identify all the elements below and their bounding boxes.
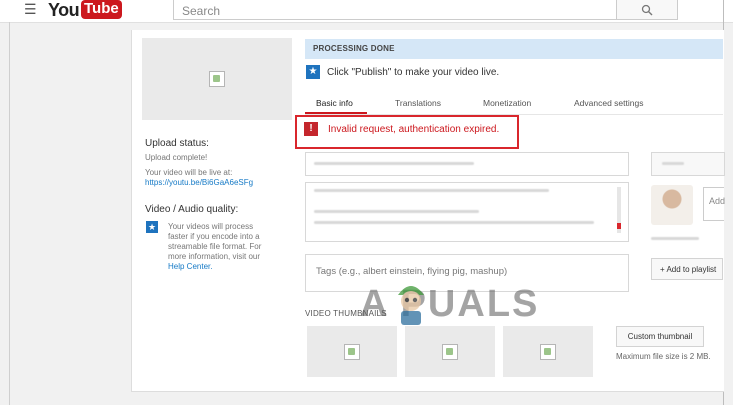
help-center-link[interactable]: Help Center. (168, 262, 212, 272)
share-placeholder: Add (709, 196, 726, 206)
search-icon (641, 4, 653, 15)
search-button[interactable] (616, 0, 678, 20)
upload-complete-text: Upload complete! (145, 153, 208, 162)
publish-message: Click "Publish" to make your video live. (327, 67, 500, 78)
thumbnail-option-3[interactable] (503, 326, 593, 377)
blurred-title (314, 162, 474, 165)
blurred-line (314, 189, 549, 192)
quality-text-2: faster if you encode into a (168, 232, 260, 241)
left-frame-line (9, 22, 10, 405)
active-tab-indicator (305, 112, 367, 114)
error-message: Invalid request, authentication expired. (328, 124, 500, 135)
max-file-size-note: Maximum file size is 2 MB. (616, 352, 711, 361)
error-icon: ! (304, 122, 318, 136)
title-field[interactable] (305, 152, 629, 176)
quality-text-4: more information, visit our (168, 252, 261, 261)
broken-image-icon (344, 343, 360, 360)
privacy-select[interactable] (651, 152, 725, 176)
blurred-channel-name (651, 237, 699, 240)
blurred-privacy (662, 162, 684, 165)
add-to-playlist-button[interactable]: + Add to playlist (651, 258, 723, 280)
quality-title: Video / Audio quality: (145, 204, 239, 215)
logo-region: IN (104, 0, 111, 7)
broken-image-icon (442, 343, 458, 360)
appuals-watermark: A PUALS (360, 283, 540, 325)
hamburger-icon[interactable]: ☰ (24, 1, 37, 18)
blurred-line (314, 221, 594, 224)
logo-tube-text[interactable]: Tube (81, 0, 122, 19)
logo-you-text[interactable]: You (48, 0, 80, 21)
share-input[interactable]: Add (703, 187, 726, 221)
tags-input[interactable] (314, 265, 618, 278)
tab-basic-info[interactable]: Basic info (316, 98, 353, 108)
mascot-icon (398, 286, 424, 325)
upload-status-title: Upload status: (145, 138, 209, 149)
tab-monetization[interactable]: Monetization (483, 98, 531, 108)
blurred-line (314, 210, 479, 213)
search-box[interactable] (173, 0, 617, 20)
live-at-text: Your video will be live at: (145, 168, 233, 177)
avatar (651, 185, 693, 225)
video-preview[interactable] (142, 38, 292, 120)
thumbnail-option-1[interactable] (307, 326, 397, 377)
thumbnail-option-2[interactable] (405, 326, 495, 377)
video-url-link[interactable]: https://youtu.be/Bi6GaA6eSFg (145, 178, 253, 188)
quality-text-3: streamable file format. For (168, 242, 262, 251)
quality-text-1: Your videos will process (168, 222, 254, 231)
description-field[interactable] (305, 182, 629, 242)
search-input[interactable] (180, 2, 614, 20)
star-icon: ★ (306, 65, 320, 79)
star-icon: ★ (146, 221, 158, 233)
tab-advanced-settings[interactable]: Advanced settings (574, 98, 643, 108)
scrollbar-marker (617, 223, 621, 229)
custom-thumbnail-button[interactable]: Custom thumbnail (616, 326, 704, 347)
broken-image-icon (540, 343, 556, 360)
tab-translations[interactable]: Translations (395, 98, 441, 108)
broken-image-icon (209, 71, 225, 87)
processing-status: PROCESSING DONE (313, 44, 395, 53)
